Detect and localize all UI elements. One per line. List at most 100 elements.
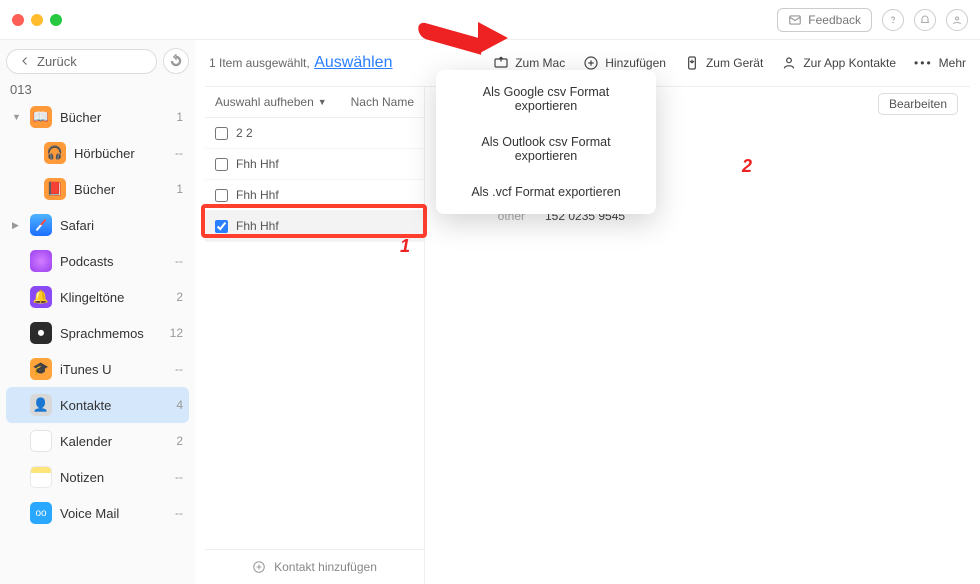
sort-by-name-header[interactable]: Nach Name [351,95,414,109]
back-label: Zurück [37,54,77,69]
contacts-icon: 👤 [30,394,52,416]
row-checkbox[interactable] [215,220,228,233]
sidebar-item-count: 2 [167,434,183,448]
window-controls [12,14,62,26]
column-headers: Auswahl aufheben ▼ Nach Name [205,87,424,118]
selection-text: 1 Item ausgewählt, [209,56,310,70]
sidebar-item-label: Klingeltöne [60,290,159,305]
feedback-label: Feedback [808,13,861,27]
bell-icon [919,14,931,26]
account-button[interactable] [946,9,968,31]
export-outlook-csv[interactable]: Als Outlook csv Format exportieren [436,124,656,174]
row-checkbox[interactable] [215,189,228,202]
sidebar-item-audiobooks[interactable]: 🎧 Hörbücher -- [20,135,189,171]
safari-icon [30,214,52,236]
export-vcf[interactable]: Als .vcf Format exportieren [436,174,656,210]
add-button[interactable]: Hinzufügen [583,55,666,71]
podcasts-icon [30,250,52,272]
sidebar-item-label: Bücher [60,110,159,125]
sidebar-item-count: 4 [167,398,183,412]
sidebar-item-label: Sprachmemos [60,326,159,341]
contact-name: 2 2 [236,126,253,140]
plus-circle-icon [252,560,266,574]
sidebar-item-books[interactable]: 📕 Bücher 1 [20,171,189,207]
notes-icon [30,466,52,488]
contact-list-pane: Auswahl aufheben ▼ Nach Name 2 2 Fhh Hhf F… [205,87,425,584]
sidebar: Zurück 013 ▼ 📖 Bücher 1 🎧 Hörbücher -- 📕 [0,40,195,584]
user-icon [951,14,963,26]
sidebar-item-notes[interactable]: Notizen -- [6,459,189,495]
sidebar-item-label: Bücher [74,182,159,197]
sidebar-item-voicemail[interactable]: oo Voice Mail -- [6,495,189,531]
edit-button[interactable]: Bearbeiten [878,93,958,115]
row-checkbox[interactable] [215,158,228,171]
to-contacts-label: Zur App Kontakte [803,56,896,70]
minimize-window[interactable] [31,14,43,26]
sidebar-item-count: 1 [167,110,183,124]
sidebar-item-books-group[interactable]: ▼ 📖 Bücher 1 [6,99,189,135]
itunesu-icon: 🎓 [30,358,52,380]
person-icon [781,55,797,71]
sidebar-item-voicememos[interactable]: ⏺ Sprachmemos 12 [6,315,189,351]
export-google-csv[interactable]: Als Google csv Format exportieren [436,74,656,124]
contact-row[interactable]: Fhh Hhf [205,211,424,242]
sidebar-item-count: 1 [167,182,183,196]
add-contact-label: Kontakt hinzufügen [274,560,377,574]
sidebar-item-safari[interactable]: ▶ Safari [6,207,189,243]
device-icon [684,55,700,71]
help-button[interactable] [882,9,904,31]
sidebar-item-count: -- [167,254,183,268]
maximize-window[interactable] [50,14,62,26]
sidebar-item-count: 2 [167,290,183,304]
voicemail-icon: oo [30,502,52,524]
export-icon [493,55,509,71]
sidebar-item-contacts[interactable]: 👤 Kontakte 4 [6,387,189,423]
plus-circle-icon [583,55,599,71]
select-all-link[interactable]: Auswählen [314,54,392,72]
annotation-2: 2 [742,156,752,177]
back-button[interactable]: Zurück [6,49,157,74]
contact-name: Fhh Hhf [236,188,279,202]
more-button[interactable]: ••• Mehr [914,56,966,70]
books-icon: 📖 [30,106,52,128]
reload-icon [169,54,183,68]
sidebar-item-label: Kontakte [60,398,159,413]
close-window[interactable] [12,14,24,26]
sidebar-item-itunesu[interactable]: 🎓 iTunes U -- [6,351,189,387]
book-icon: 📕 [44,178,66,200]
add-label: Hinzufügen [605,56,666,70]
chevron-left-icon [19,55,31,67]
sidebar-item-ringtones[interactable]: 🔔 Klingeltöne 2 [6,279,189,315]
to-device-button[interactable]: Zum Gerät [684,55,763,71]
help-icon [887,14,899,26]
reload-button[interactable] [163,48,189,74]
deselect-header[interactable]: Auswahl aufheben ▼ [215,95,351,109]
sidebar-item-calendar[interactable]: 5 Kalender 2 [6,423,189,459]
notifications-button[interactable] [914,9,936,31]
contact-row[interactable]: 2 2 [205,118,424,149]
feedback-button[interactable]: Feedback [777,8,872,32]
sidebar-item-podcasts[interactable]: Podcasts -- [6,243,189,279]
row-checkbox[interactable] [215,127,228,140]
calendar-icon: 5 [30,430,52,452]
sidebar-item-label: Voice Mail [60,506,159,521]
contact-row[interactable]: Fhh Hhf [205,180,424,211]
chevron-right-icon: ▶ [12,220,22,231]
sidebar-item-label: Safari [60,218,159,233]
contact-name: Fhh Hhf [236,219,279,233]
sidebar-item-label: Kalender [60,434,159,449]
chevron-down-icon: ▼ [12,112,22,122]
export-dropdown: Als Google csv Format exportieren Als Ou… [436,70,656,214]
titlebar: Feedback [0,0,980,40]
sidebar-item-count: -- [167,506,183,520]
export-to-mac-button[interactable]: Zum Mac [493,55,565,71]
sidebar-item-label: Notizen [60,470,159,485]
add-contact-button[interactable]: Kontakt hinzufügen [205,549,424,584]
device-label: 013 [6,74,189,99]
contact-row[interactable]: Fhh Hhf [205,149,424,180]
audiobook-icon: 🎧 [44,142,66,164]
to-mac-label: Zum Mac [515,56,565,70]
sidebar-item-label: iTunes U [60,362,159,377]
more-icon: ••• [914,56,933,70]
to-contacts-app-button[interactable]: Zur App Kontakte [781,55,896,71]
